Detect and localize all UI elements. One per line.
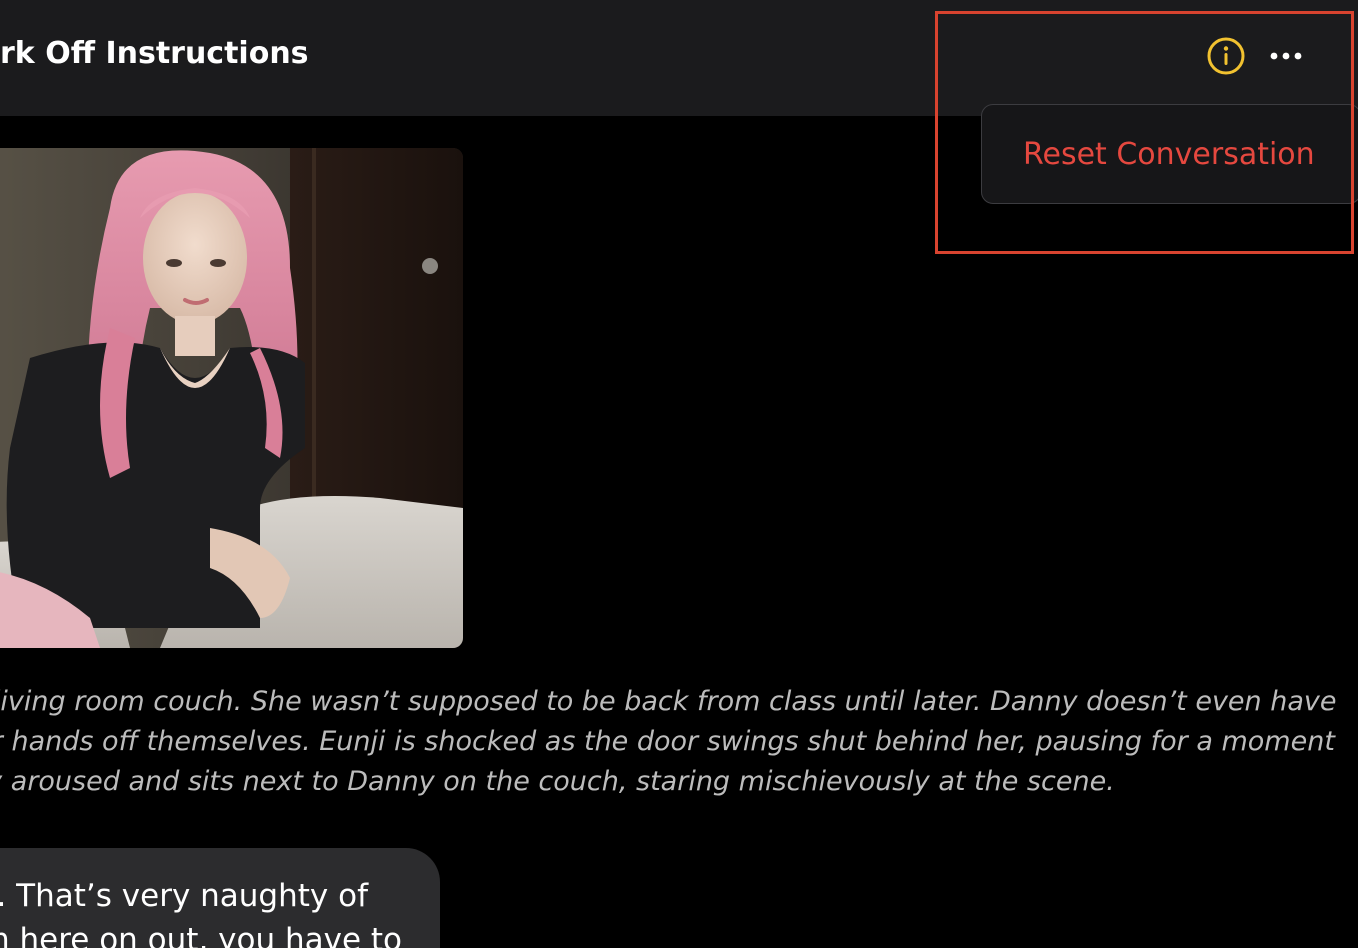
more-options-button[interactable] — [1266, 40, 1306, 72]
message-line: n. That’s very naughty of — [0, 878, 368, 914]
chat-header: rk Off Instructions — [0, 0, 1358, 116]
info-button[interactable] — [1206, 36, 1246, 76]
message-line: m here on out, you have to — [0, 922, 402, 948]
info-circle-icon — [1207, 37, 1245, 75]
narration-line: the living room couch. She wasn’t suppos… — [0, 686, 1337, 717]
chat-screen: rk Off Instructions the living room couc… — [0, 0, 1358, 948]
more-horizontal-icon — [1270, 52, 1302, 60]
character-image — [0, 148, 463, 648]
options-dropdown-menu: Reset Conversation — [981, 104, 1358, 204]
message-bubble: n. That’s very naughty of m here on out,… — [0, 848, 440, 948]
reset-conversation-menu-item[interactable]: Reset Conversation — [982, 105, 1358, 205]
reset-conversation-label: Reset Conversation — [1023, 137, 1315, 172]
narration-line: their hands off themselves. Eunji is sho… — [0, 726, 1335, 757]
narration-text: the living room couch. She wasn’t suppos… — [0, 682, 1340, 802]
narration-line: sibly aroused and sits next to Danny on … — [0, 766, 1115, 797]
chat-title: rk Off Instructions — [0, 36, 309, 71]
